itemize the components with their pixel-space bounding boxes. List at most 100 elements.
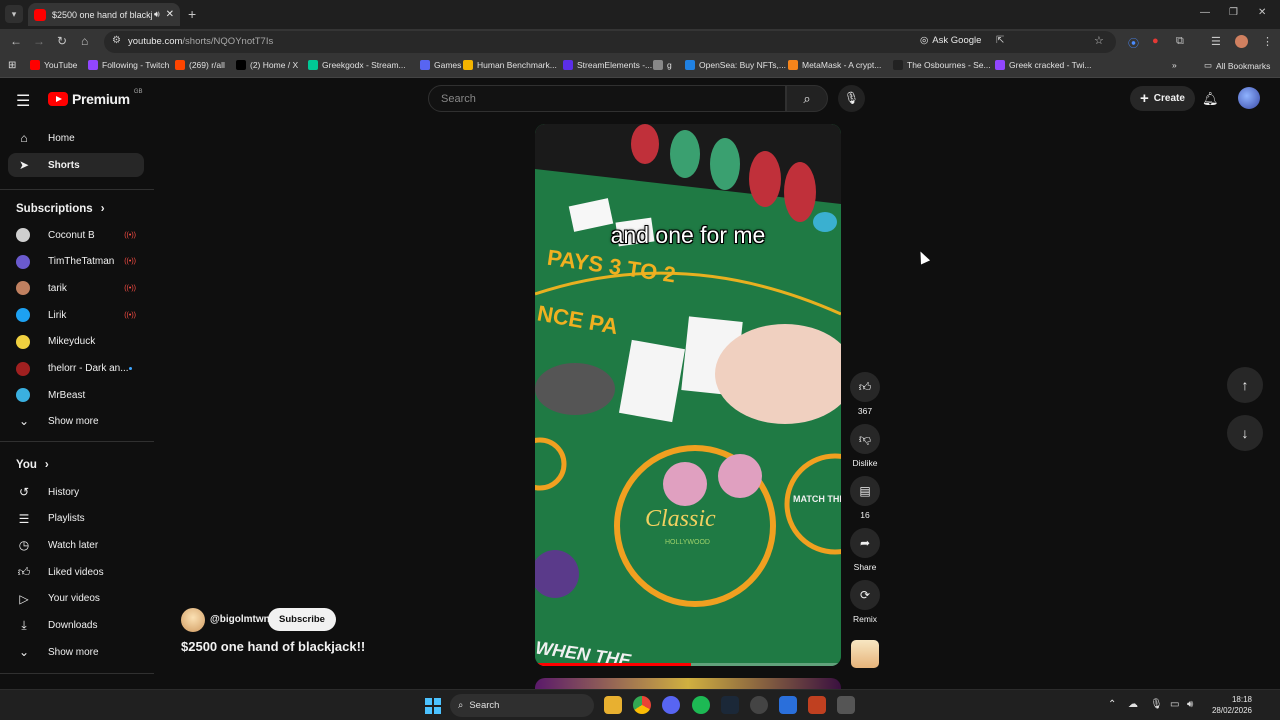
guide-menu-icon[interactable]: ☰ xyxy=(16,91,30,111)
subscriptions-heading[interactable]: Subscriptions › xyxy=(16,203,105,215)
search-icon[interactable]: ⌕ xyxy=(786,85,828,112)
extensions-puzzle-icon[interactable]: ⧉ xyxy=(1176,35,1184,48)
thumbs-down-icon[interactable]: 👎︎ xyxy=(850,424,880,454)
video-progress-bar[interactable] xyxy=(535,663,841,666)
share-icon[interactable]: ➦ xyxy=(850,528,880,558)
bookmark-item[interactable]: Greekgodx - Stream... xyxy=(308,60,406,70)
dislike-action[interactable]: 👎︎ Dislike xyxy=(849,424,881,468)
taskbar-search[interactable]: ⌕ Search xyxy=(450,694,594,717)
bookmark-item[interactable]: YouTube xyxy=(30,60,77,70)
account-avatar[interactable] xyxy=(1238,87,1260,109)
you-heading[interactable]: You › xyxy=(16,459,49,471)
system-clock[interactable]: 18:18 28/02/2026 xyxy=(1206,694,1252,716)
bookmark-item[interactable]: MetaMask - A crypt... xyxy=(788,60,881,70)
subscribe-button[interactable]: Subscribe xyxy=(268,608,336,631)
forward-icon[interactable]: → xyxy=(33,34,45,48)
windows-start-icon[interactable] xyxy=(425,698,441,714)
like-action[interactable]: 👍︎ 367 xyxy=(849,372,881,416)
comments-action[interactable]: ▤ 16 xyxy=(849,476,881,520)
apps-grid-icon[interactable]: ⊞ xyxy=(8,60,16,71)
sidebar-subscription-item[interactable]: MrBeast xyxy=(8,383,144,407)
extension-record-icon[interactable]: ● xyxy=(1152,35,1159,47)
youtube-premium-logo[interactable]: Premium GB xyxy=(48,89,142,107)
all-bookmarks-button[interactable]: ▭ All Bookmarks xyxy=(1204,60,1270,71)
tab-close-icon[interactable]: ✕ xyxy=(166,9,174,20)
reload-icon[interactable]: ↻ xyxy=(57,34,67,48)
short-title[interactable]: $2500 one hand of blackjack!! xyxy=(181,639,365,654)
sidebar-subscription-item[interactable]: Lirik ((•)) xyxy=(8,303,144,327)
app-icon[interactable] xyxy=(750,696,768,714)
notifications-bell-icon[interactable]: 🔔︎ xyxy=(1202,91,1219,107)
sidebar-item-liked-videos[interactable]: 👍︎ Liked videos xyxy=(8,560,144,584)
bookmarks-overflow-icon[interactable]: » xyxy=(1172,60,1177,70)
channel-thumbnail[interactable] xyxy=(851,640,879,668)
spotify-icon[interactable] xyxy=(692,696,710,714)
media-control-icon[interactable]: ☰ xyxy=(1211,35,1221,48)
home-icon[interactable]: ⌂ xyxy=(81,34,88,48)
new-tab-button[interactable]: + xyxy=(188,6,196,22)
site-info-icon[interactable]: ⚙ xyxy=(112,35,121,46)
bookmark-item[interactable]: The Osbournes - Se... xyxy=(893,60,991,70)
previous-short-arrow-icon[interactable]: ↑ xyxy=(1227,367,1263,403)
tray-chevron-up-icon[interactable]: ⌃ xyxy=(1108,699,1116,710)
network-icon[interactable]: ▭ xyxy=(1170,699,1179,710)
bookmark-item[interactable]: OpenSea: Buy NFTs,... xyxy=(685,60,786,70)
browser-tab[interactable]: $2500 one hand of blackjack 🔊︎ ✕ xyxy=(28,3,180,26)
window-close-icon[interactable]: ✕ xyxy=(1258,7,1266,18)
file-explorer-icon[interactable] xyxy=(604,696,622,714)
back-icon[interactable]: ← xyxy=(10,34,22,48)
ask-google-button[interactable]: ◎ Ask Google xyxy=(914,32,987,48)
bookmark-item[interactable]: Games xyxy=(420,60,461,70)
sidebar-item-watch-later[interactable]: ◷ Watch later xyxy=(8,533,144,557)
bookmark-star-icon[interactable]: ☆ xyxy=(1094,34,1104,47)
profile-avatar[interactable] xyxy=(1235,35,1248,48)
bookmark-item[interactable]: Following - Twitch xyxy=(88,60,169,70)
minimize-icon[interactable]: — xyxy=(1200,7,1210,18)
remix-action[interactable]: ⟳ Remix xyxy=(849,580,881,624)
channel-avatar[interactable] xyxy=(181,608,205,632)
next-short-arrow-icon[interactable]: ↓ xyxy=(1227,415,1263,451)
menu-kebab-icon[interactable]: ⋮ xyxy=(1262,35,1273,48)
sidebar-subscription-item[interactable]: TimTheTatman ((•)) xyxy=(8,250,144,274)
remix-icon[interactable]: ⟳ xyxy=(850,580,880,610)
extension-icon[interactable]: ⦿ xyxy=(1128,35,1139,51)
restore-icon[interactable]: ❐ xyxy=(1229,7,1238,18)
bookmark-item[interactable]: StreamElements -... xyxy=(563,60,652,70)
app-icon[interactable] xyxy=(837,696,855,714)
volume-icon[interactable]: 🔊︎ xyxy=(1187,699,1193,710)
share-action[interactable]: ➦ Share xyxy=(849,528,881,572)
show-more-subscriptions[interactable]: ⌄ Show more xyxy=(8,409,144,433)
microphone-icon[interactable]: 🎙︎ xyxy=(838,85,865,112)
sidebar-subscription-item[interactable]: Coconut B ((•)) xyxy=(8,223,144,247)
bookmark-item[interactable]: g xyxy=(653,60,672,70)
comment-icon[interactable]: ▤ xyxy=(850,476,880,506)
sidebar-subscription-item[interactable]: thelorr - Dark an... xyxy=(8,357,144,381)
sidebar-item-playlists[interactable]: ☰ Playlists xyxy=(8,507,144,531)
sidebar-item-home[interactable]: ⌂ Home xyxy=(8,126,144,150)
sidebar-item-downloads[interactable]: ⤓ Downloads xyxy=(8,614,144,638)
sidebar-subscription-item[interactable]: Mikeyduck xyxy=(8,330,144,354)
sidebar-item-your-videos[interactable]: ▷ Your videos xyxy=(8,587,144,611)
create-button[interactable]: + Create xyxy=(1130,86,1195,111)
bookmark-item[interactable]: Greek cracked - Twi... xyxy=(995,60,1092,70)
app-icon[interactable] xyxy=(808,696,826,714)
sidebar-subscription-item[interactable]: tarik ((•)) xyxy=(8,276,144,300)
sidebar-item-history[interactable]: ↺ History xyxy=(8,480,144,504)
chrome-icon[interactable] xyxy=(633,696,651,714)
onedrive-icon[interactable]: ☁ xyxy=(1128,699,1138,710)
app-icon[interactable] xyxy=(779,696,797,714)
bookmark-item[interactable]: Human Benchmark... xyxy=(463,60,557,70)
search-input[interactable] xyxy=(429,86,785,112)
shorts-video-player[interactable]: PAYS 3 TO 2 NCE PA Classic HOLLYWOOD MAT… xyxy=(535,124,841,666)
microphone-icon[interactable]: 🎙︎ xyxy=(1150,699,1163,710)
thumbs-up-icon[interactable]: 👍︎ xyxy=(850,372,880,402)
url-text[interactable]: youtube.com/shorts/NQOYnotT7Is xyxy=(128,36,273,47)
bookmark-item[interactable]: (2) Home / X xyxy=(236,60,298,70)
search-box[interactable] xyxy=(428,85,786,112)
install-app-icon[interactable]: ⇱ xyxy=(996,35,1004,46)
steam-icon[interactable] xyxy=(721,696,739,714)
show-more-you[interactable]: ⌄ Show more xyxy=(8,640,144,664)
bookmark-item[interactable]: (269) r/all xyxy=(175,60,225,70)
audio-playing-icon[interactable]: 🔊︎ xyxy=(154,9,160,20)
tab-search-button[interactable]: ▾ xyxy=(5,5,23,23)
